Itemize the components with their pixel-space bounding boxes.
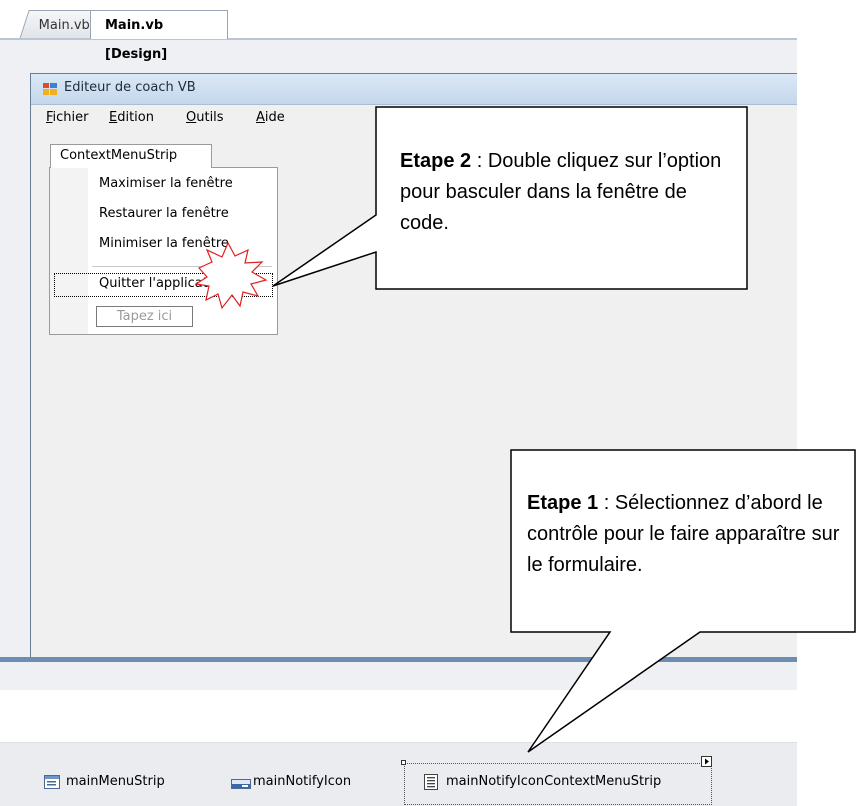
- form-app-icon: [43, 83, 57, 95]
- menu-outils[interactable]: Outils: [186, 110, 224, 125]
- menu-item-quitter[interactable]: Quitter l'application: [99, 276, 228, 291]
- menu-edition[interactable]: Edition: [109, 110, 154, 125]
- contextmenustrip-icon: [424, 774, 438, 790]
- tab-label: Main.vb: [38, 18, 90, 33]
- chevron-right-icon: [705, 758, 709, 765]
- form-titlebar[interactable]: Editeur de coach VB: [31, 74, 797, 105]
- form-bottom-border: [0, 657, 797, 662]
- type-here-box[interactable]: Tapez ici: [96, 306, 193, 327]
- form-title: Editeur de coach VB: [64, 80, 196, 95]
- menustrip-icon: [44, 775, 60, 789]
- callout-step2-text: Etape 2 : Double cliquez sur l’option po…: [400, 150, 722, 234]
- smart-tag-arrow-icon[interactable]: [701, 756, 712, 767]
- menu-image-margin: [50, 168, 88, 334]
- menu-item-minimiser[interactable]: Minimiser la fenêtre: [99, 236, 229, 251]
- form-menubar: Fichier Edition Outils Aide: [31, 105, 797, 131]
- selection-grip[interactable]: [401, 760, 406, 765]
- callout-step1-text: Etape 1 : Sélectionnez d’abord le contrô…: [527, 492, 840, 576]
- contextmenustrip-tab[interactable]: ContextMenuStrip: [50, 144, 212, 168]
- tab-label: Main.vb [Design]: [105, 18, 168, 62]
- menu-item-maximiser[interactable]: Maximiser la fenêtre: [99, 176, 233, 191]
- menu-separator: [92, 266, 272, 267]
- menu-aide[interactable]: Aide: [256, 110, 285, 125]
- notifyicon-icon: [231, 779, 251, 789]
- menu-fichier[interactable]: Fichier: [46, 110, 89, 125]
- tab-main-vb-design[interactable]: Main.vb [Design]: [90, 10, 228, 62]
- contextmenustrip-dropdown: Maximiser la fenêtre Restaurer la fenêtr…: [49, 167, 278, 335]
- menu-item-restaurer[interactable]: Restaurer la fenêtre: [99, 206, 229, 221]
